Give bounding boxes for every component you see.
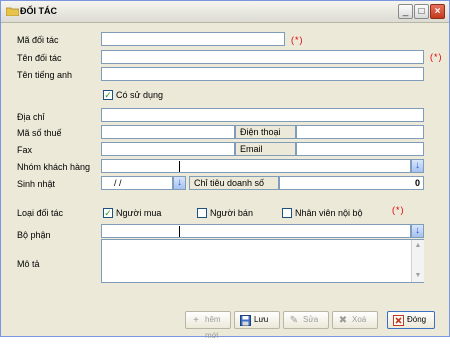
chi-tieu-doanh-so-input[interactable]: 0 bbox=[279, 176, 424, 190]
ten-doi-tac-input[interactable] bbox=[101, 50, 424, 64]
dia-chi-label: Địa chỉ bbox=[17, 112, 45, 122]
them-moi-button[interactable]: + hêm mới bbox=[185, 311, 231, 340]
mo-ta-label: Mô tả bbox=[17, 259, 40, 269]
sinh-nhat-label: Sinh nhật bbox=[17, 179, 56, 189]
nguoi-ban-checkbox[interactable] bbox=[197, 208, 207, 218]
nhan-vien-noi-bo-label: Nhân viên nội bộ bbox=[295, 208, 363, 218]
delete-icon: ✖ bbox=[338, 315, 348, 326]
sua-button[interactable]: ✎ Sửa bbox=[283, 311, 329, 329]
loai-doi-tac-required: (*) bbox=[392, 205, 405, 215]
email-input[interactable] bbox=[296, 142, 424, 156]
chi-tieu-doanh-so-label: Chỉ tiêu doanh số bbox=[189, 176, 279, 190]
window-title: ĐỐI TÁC bbox=[20, 6, 57, 16]
scroll-up-icon[interactable]: ▲ bbox=[412, 241, 424, 251]
minimize-button[interactable]: _ bbox=[398, 4, 413, 19]
mo-ta-textarea[interactable] bbox=[101, 239, 424, 283]
sua-label: Sửa bbox=[303, 315, 319, 324]
scroll-down-icon[interactable]: ▼ bbox=[412, 271, 424, 281]
luu-label: Lưu bbox=[254, 315, 269, 324]
co-su-dung-label: Có sử dụng bbox=[116, 90, 164, 100]
doi-tac-window: ĐỐI TÁC _ □ × Mã đối tác (*) Tên đối tác… bbox=[0, 0, 450, 340]
ten-doi-tac-label: Tên đối tác bbox=[17, 53, 62, 63]
dong-label: Đóng bbox=[407, 315, 427, 324]
loai-doi-tac-label: Loại đối tác bbox=[17, 208, 64, 218]
xoa-button[interactable]: ✖ Xoá bbox=[332, 311, 378, 329]
title-bar[interactable]: ĐỐI TÁC _ □ × bbox=[1, 1, 449, 23]
dien-thoai-input[interactable] bbox=[296, 125, 424, 139]
bo-phan-combo[interactable] bbox=[101, 224, 411, 238]
ten-tieng-anh-input[interactable] bbox=[101, 67, 424, 81]
dia-chi-input[interactable] bbox=[101, 108, 424, 122]
ma-doi-tac-required: (*) bbox=[291, 35, 304, 45]
fax-input[interactable] bbox=[101, 142, 235, 156]
ma-doi-tac-input[interactable] bbox=[101, 32, 285, 46]
combo-divider bbox=[179, 161, 180, 172]
nguoi-mua-label: Người mua bbox=[116, 208, 162, 218]
maximize-button[interactable]: □ bbox=[414, 4, 429, 19]
xoa-label: Xoá bbox=[352, 315, 367, 324]
nhom-khach-hang-dropdown-icon[interactable]: ↓ bbox=[411, 159, 424, 173]
ma-so-thue-label: Mã số thuế bbox=[17, 128, 62, 138]
sinh-nhat-dropdown-icon[interactable]: ↓ bbox=[173, 176, 186, 190]
dien-thoai-label: Điện thoại bbox=[235, 125, 296, 139]
dong-button[interactable]: Đóng bbox=[387, 311, 435, 329]
window-close-button[interactable]: × bbox=[430, 4, 445, 19]
close-icon bbox=[392, 315, 404, 326]
ten-doi-tac-required: (*) bbox=[430, 52, 443, 62]
save-icon bbox=[239, 315, 251, 326]
mo-ta-scrollbar[interactable]: ▲ ▼ bbox=[411, 240, 424, 282]
bo-phan-label: Bộ phận bbox=[17, 230, 51, 240]
nhom-khach-hang-label: Nhóm khách hàng bbox=[17, 162, 91, 172]
edit-icon: ✎ bbox=[289, 315, 299, 326]
fax-label: Fax bbox=[17, 145, 33, 155]
nhan-vien-noi-bo-checkbox[interactable] bbox=[282, 208, 292, 218]
nguoi-mua-checkbox[interactable]: ✓ bbox=[103, 208, 113, 218]
folder-icon bbox=[6, 7, 19, 16]
ma-doi-tac-label: Mã đối tác bbox=[17, 35, 59, 45]
add-icon: + bbox=[193, 315, 199, 326]
luu-button[interactable]: Lưu bbox=[234, 311, 280, 329]
nguoi-ban-label: Người bán bbox=[210, 208, 253, 218]
combo-divider bbox=[179, 226, 180, 237]
email-label: Email bbox=[235, 142, 296, 156]
ma-so-thue-input[interactable] bbox=[101, 125, 235, 139]
ten-tieng-anh-label: Tên tiếng anh bbox=[17, 70, 73, 80]
co-su-dung-checkbox[interactable]: ✓ bbox=[103, 90, 113, 100]
bo-phan-dropdown-icon[interactable]: ↓ bbox=[411, 224, 424, 238]
sinh-nhat-input[interactable]: / / bbox=[101, 176, 173, 190]
nhom-khach-hang-combo[interactable] bbox=[101, 159, 411, 173]
them-moi-label: hêm mới bbox=[205, 315, 221, 340]
